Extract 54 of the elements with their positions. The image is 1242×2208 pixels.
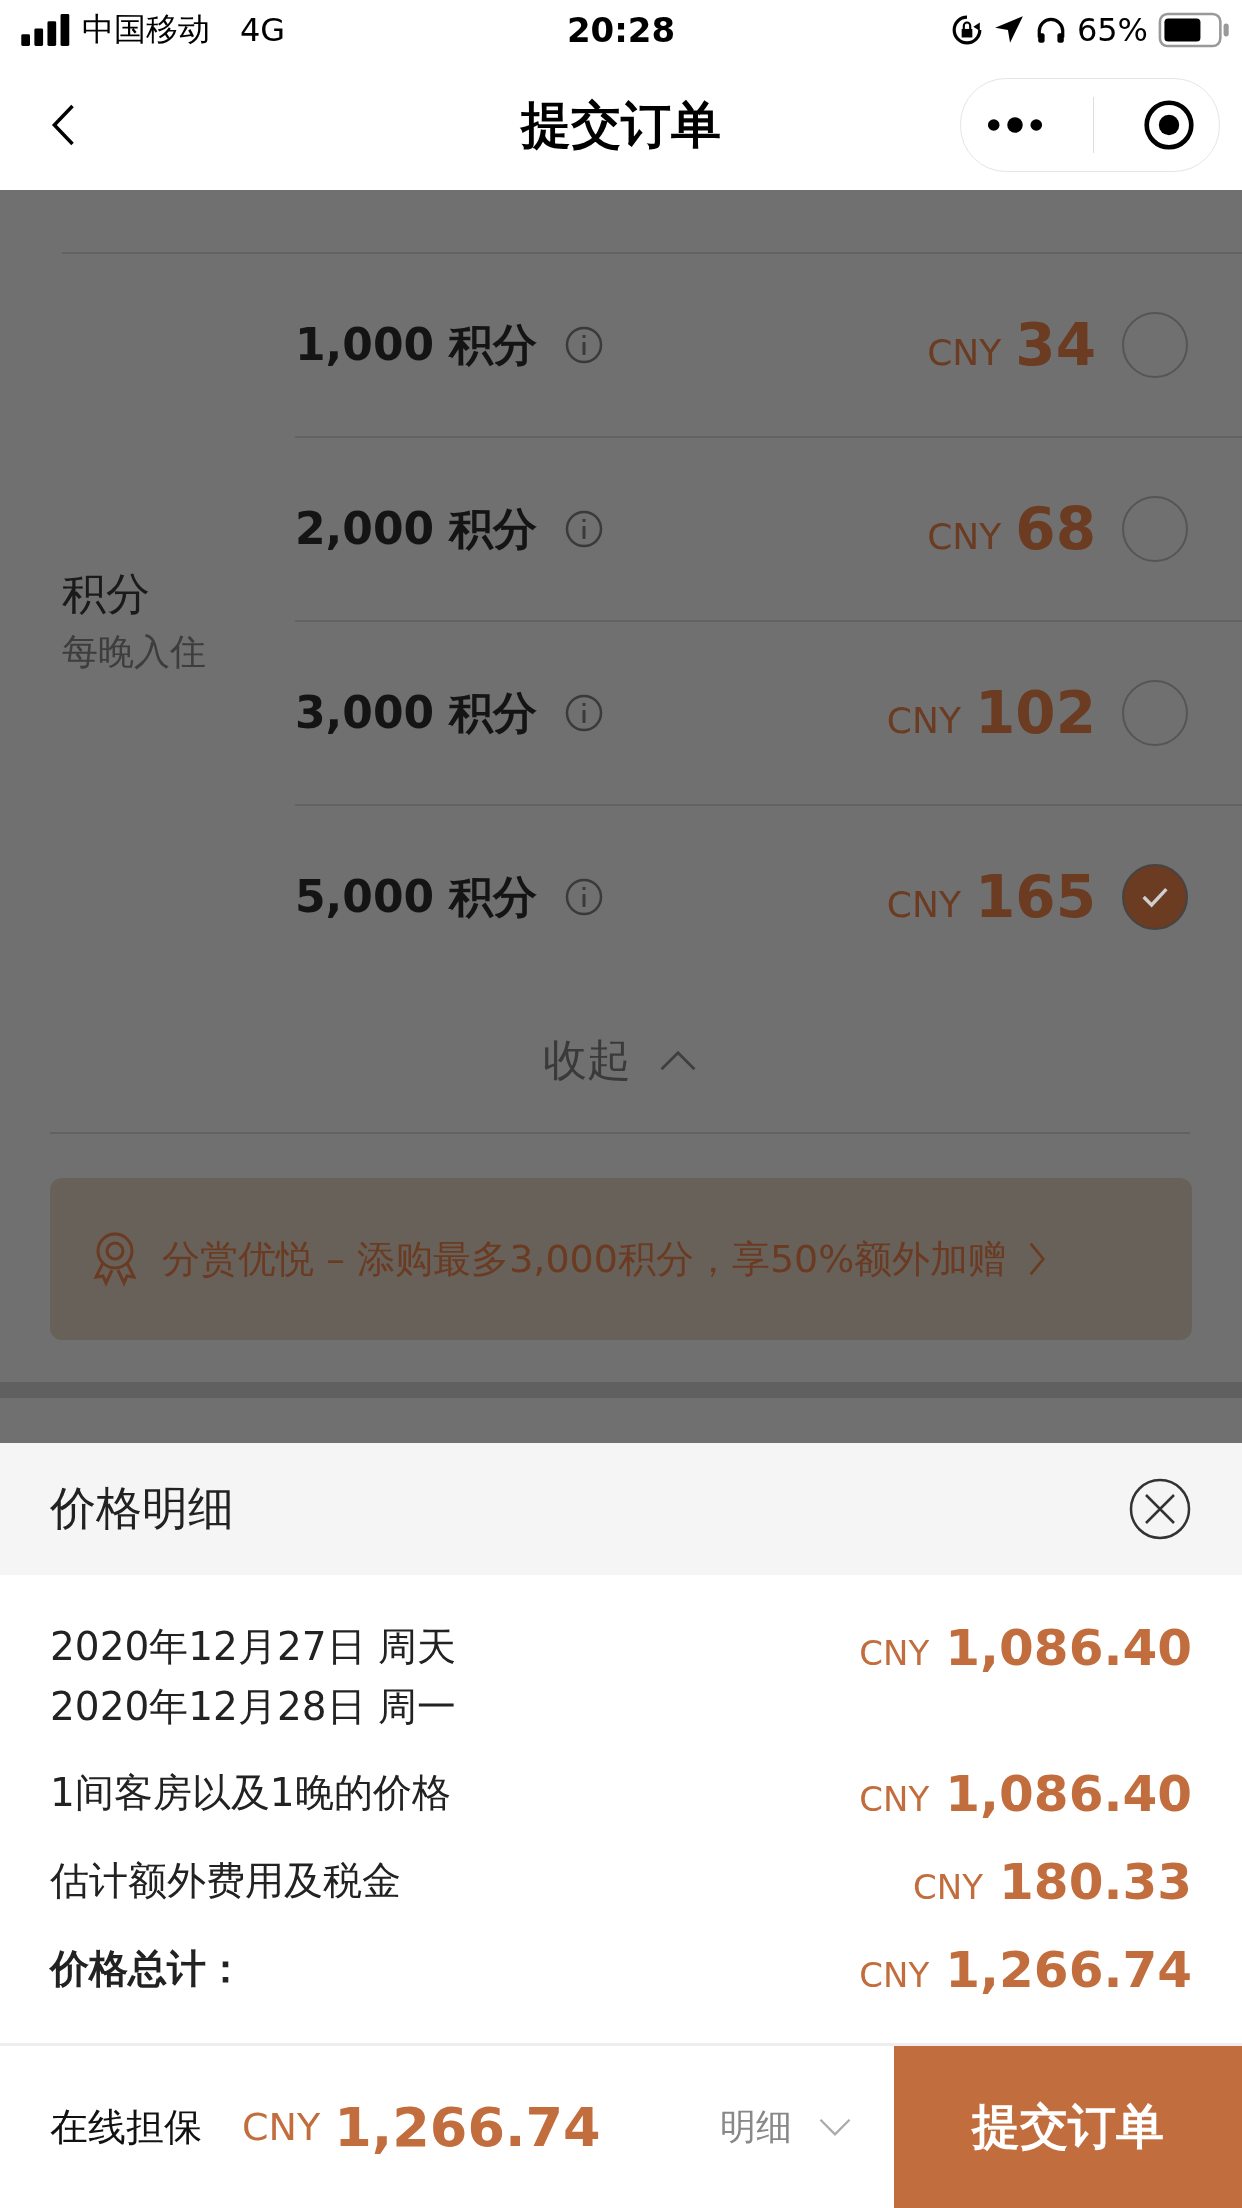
total-amount: 1,266.74	[334, 2095, 601, 2159]
chevron-right-icon	[1028, 1241, 1047, 1277]
chevron-up-icon[interactable]	[659, 1049, 697, 1071]
battery-icon	[1158, 12, 1230, 48]
price-label: 2020年12月28日 周一	[50, 1683, 456, 1731]
currency-code: CNY	[927, 516, 1002, 557]
price-amount: 180.33	[999, 1853, 1192, 1911]
points-title: 积分	[62, 567, 151, 621]
info-icon[interactable]	[563, 877, 604, 917]
more-icon[interactable]	[985, 115, 1044, 135]
info-icon[interactable]	[563, 693, 604, 733]
back-icon[interactable]	[50, 102, 76, 148]
radio-button[interactable]	[1122, 312, 1188, 378]
price-label: 2020年12月27日 周天	[50, 1623, 456, 1671]
currency-code: CNY	[859, 1779, 930, 1819]
sheet-title: 价格明细	[50, 1480, 234, 1537]
points-price: 102	[974, 679, 1096, 747]
submit-order-button[interactable]: 提交订单	[894, 2046, 1242, 2208]
page-title: 提交订单	[521, 94, 721, 156]
points-price: 68	[1015, 495, 1096, 563]
currency-code: CNY	[913, 1867, 984, 1907]
guarantee-label: 在线担保	[50, 2103, 202, 2151]
price-label: 价格总计：	[50, 1945, 245, 1993]
chevron-down-icon[interactable]	[818, 2117, 852, 2137]
battery-percent: 65%	[1076, 11, 1148, 49]
price-label: 1间客房以及1晚的价格	[50, 1769, 451, 1817]
points-option-label: 3,000 积分	[295, 685, 538, 740]
details-toggle[interactable]: 明细	[720, 2102, 792, 2152]
rotation-lock-icon	[950, 14, 983, 46]
carrier-name: 中国移动	[82, 9, 210, 50]
currency-code: CNY	[859, 1633, 930, 1673]
radio-button[interactable]	[1122, 496, 1188, 562]
points-option-label: 1,000 积分	[295, 317, 538, 372]
close-icon[interactable]	[1128, 1477, 1192, 1541]
clock-time: 20:28	[566, 10, 676, 50]
currency-code: CNY	[927, 332, 1002, 373]
points-price: 34	[1015, 311, 1096, 379]
price-label: 估计额外费用及税金	[50, 1857, 401, 1905]
currency-code: CNY	[859, 1955, 930, 1995]
radio-button[interactable]	[1122, 680, 1188, 746]
signal-icon	[20, 14, 72, 46]
info-icon[interactable]	[563, 325, 604, 365]
points-option-label: 5,000 积分	[295, 869, 538, 924]
info-icon[interactable]	[563, 509, 604, 549]
currency-code: CNY	[242, 2105, 321, 2149]
network-type: 4G	[240, 11, 286, 49]
points-option-label: 2,000 积分	[295, 501, 538, 556]
currency-code: CNY	[886, 700, 961, 741]
currency-code: CNY	[886, 884, 961, 925]
price-amount: 1,266.74	[945, 1941, 1192, 1999]
price-amount: 1,086.40	[945, 1765, 1192, 1823]
price-amount: 1,086.40	[945, 1619, 1192, 1677]
target-icon[interactable]	[1142, 99, 1195, 151]
points-price: 165	[974, 863, 1096, 931]
